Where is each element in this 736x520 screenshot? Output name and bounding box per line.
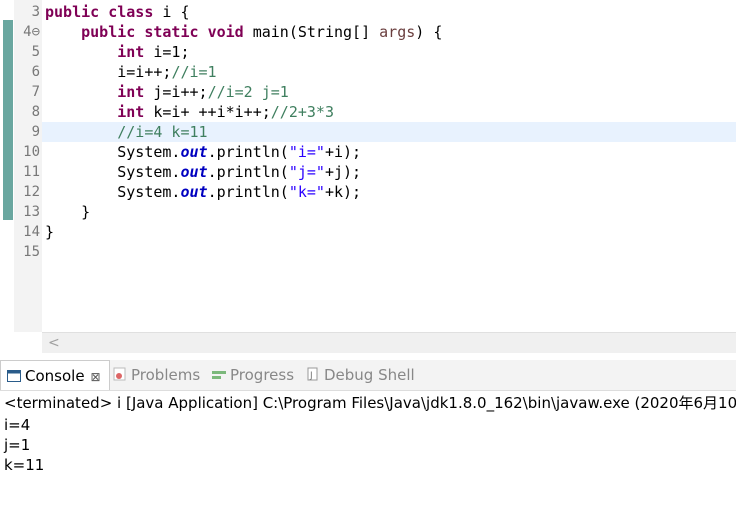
code-token: //i=1 bbox=[171, 63, 217, 81]
line-number: 4⊖ bbox=[23, 24, 40, 40]
line-number: 8 bbox=[31, 104, 40, 120]
code-line: //i=4 k=11 bbox=[45, 122, 208, 142]
console-view-tabs: Console ⊠ Problems Progress J Debug Shell bbox=[0, 360, 736, 391]
code-line: } bbox=[45, 202, 90, 222]
line-number: 15 bbox=[23, 244, 40, 260]
tab-problems[interactable]: Problems bbox=[113, 360, 200, 390]
output-line: i=4 bbox=[4, 416, 31, 434]
line-number: 7 bbox=[31, 84, 40, 100]
code-line: System.out.println("k="+k); bbox=[45, 182, 361, 202]
tab-label: Debug Shell bbox=[324, 366, 415, 384]
code-token: out bbox=[180, 163, 208, 181]
code-token: } bbox=[45, 203, 91, 221]
output-line: k=11 bbox=[4, 456, 45, 474]
code-token: args bbox=[379, 23, 416, 41]
tab-progress[interactable]: Progress bbox=[212, 360, 294, 390]
code-token: int bbox=[117, 43, 145, 61]
code-token: i { bbox=[153, 3, 190, 21]
code-token: "k=" bbox=[288, 183, 325, 201]
line-number: 6 bbox=[31, 64, 40, 80]
code-token: //2+3*3 bbox=[270, 103, 334, 121]
code-token: i=i++; bbox=[45, 63, 172, 81]
code-line: public static void main(String[] args) { bbox=[45, 22, 442, 42]
line-number: 10 bbox=[23, 144, 40, 160]
line-number: 3 bbox=[31, 4, 40, 20]
code-token: //i=2 j=1 bbox=[207, 83, 289, 101]
code-token: class bbox=[108, 3, 154, 21]
code-token: void bbox=[207, 23, 244, 41]
code-token: int bbox=[117, 83, 145, 101]
code-token: } bbox=[45, 223, 55, 241]
code-token: System. bbox=[45, 183, 181, 201]
line-number: 13 bbox=[23, 204, 40, 220]
code-area[interactable]: public class i { public static void main… bbox=[42, 0, 736, 332]
tab-debug-shell[interactable]: J Debug Shell bbox=[306, 360, 415, 390]
console-output[interactable]: <terminated> i [Java Application] C:\Pro… bbox=[0, 391, 736, 520]
code-line: int i=1; bbox=[45, 42, 190, 62]
tab-label: Progress bbox=[230, 366, 295, 384]
code-line: public class i { bbox=[45, 2, 190, 22]
change-marker bbox=[3, 20, 13, 40]
change-ruler bbox=[0, 0, 14, 332]
code-token: .println( bbox=[207, 163, 289, 181]
code-token: main(String[] bbox=[243, 23, 380, 41]
code-token: .println( bbox=[207, 183, 289, 201]
close-icon[interactable]: ⊠ bbox=[91, 370, 101, 384]
change-marker bbox=[3, 40, 13, 220]
line-number: 5 bbox=[31, 44, 40, 60]
code-line: } bbox=[45, 222, 54, 242]
code-token: int bbox=[117, 103, 145, 121]
line-number: 12 bbox=[23, 184, 40, 200]
terminated-status: <terminated> i [Java Application] C:\Pro… bbox=[4, 394, 736, 412]
svg-text:J: J bbox=[309, 371, 313, 381]
code-line: System.out.println("i="+i); bbox=[45, 142, 361, 162]
scroll-left-arrow-icon[interactable]: < bbox=[48, 333, 60, 353]
problems-icon bbox=[113, 361, 127, 381]
code-token: j=i++; bbox=[144, 83, 208, 101]
debug-shell-icon: J bbox=[306, 361, 320, 381]
code-line: int k=i+ ++i*i++;//2+3*3 bbox=[45, 102, 334, 122]
code-line: System.out.println("j="+j); bbox=[45, 162, 361, 182]
code-line: i=i++;//i=1 bbox=[45, 62, 217, 82]
code-token: static bbox=[144, 23, 199, 41]
line-number: 14 bbox=[23, 224, 40, 240]
line-number: 11 bbox=[23, 164, 40, 180]
code-token: System. bbox=[45, 163, 181, 181]
code-editor[interactable]: 3 4⊖ 5 6 7 8 9 10 11 12 13 14 15 public class i { pu… bbox=[0, 0, 736, 358]
tab-label: Problems bbox=[131, 366, 201, 384]
horizontal-scrollbar[interactable]: < bbox=[42, 332, 736, 353]
line-number-ruler: 3 4⊖ 5 6 7 8 9 10 11 12 13 14 15 bbox=[14, 0, 42, 332]
progress-icon bbox=[212, 361, 226, 379]
code-token: System. bbox=[45, 143, 181, 161]
line-number: 9 bbox=[31, 124, 40, 140]
code-token: public bbox=[45, 3, 100, 21]
code-token: +j); bbox=[324, 163, 362, 181]
code-token: +i); bbox=[324, 143, 362, 161]
code-token: "i=" bbox=[288, 143, 325, 161]
output-line: j=1 bbox=[4, 436, 31, 454]
code-token: "j=" bbox=[288, 163, 325, 181]
tab-console[interactable]: Console ⊠ bbox=[0, 360, 110, 390]
code-token: +k); bbox=[324, 183, 362, 201]
code-token: .println( bbox=[207, 143, 289, 161]
code-line: int j=i++;//i=2 j=1 bbox=[45, 82, 289, 102]
console-icon bbox=[7, 362, 21, 382]
code-token: public bbox=[81, 23, 136, 41]
code-token: i=1; bbox=[144, 43, 190, 61]
code-token: //i=4 k=11 bbox=[117, 123, 208, 141]
code-token: out bbox=[180, 143, 208, 161]
tab-label: Console bbox=[25, 367, 85, 385]
code-token: k=i+ ++i*i++; bbox=[144, 103, 271, 121]
code-token: out bbox=[180, 183, 208, 201]
code-token: ) { bbox=[415, 23, 443, 41]
